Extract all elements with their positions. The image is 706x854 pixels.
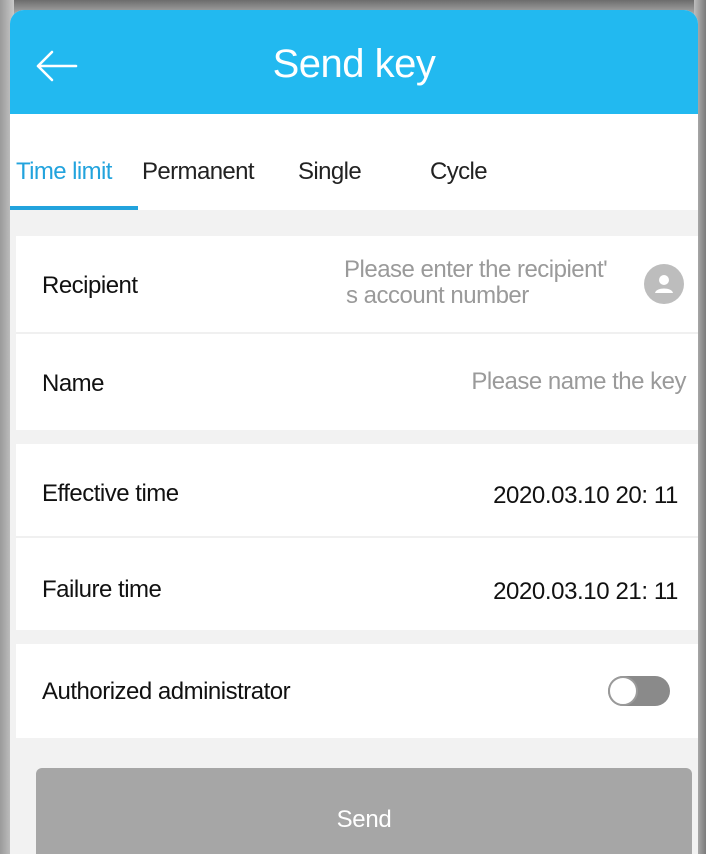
time-card: Effective time 2020.03.10 20: 11 Failure…: [16, 444, 698, 630]
effective-time-row[interactable]: Effective time 2020.03.10 20: 11: [16, 444, 698, 536]
recipient-placeholder-line2: s account number: [346, 282, 529, 309]
effective-time-label: Effective time: [42, 480, 179, 507]
person-icon: [655, 275, 673, 293]
recipient-card: Recipient Please enter the recipient' s …: [16, 236, 698, 430]
name-placeholder: Please name the key: [471, 368, 686, 395]
authorized-admin-label: Authorized administrator: [42, 678, 291, 705]
failure-time-label: Failure time: [42, 576, 162, 603]
tab-permanent[interactable]: Permanent: [142, 158, 255, 186]
page-title: Send key: [272, 42, 436, 86]
recipient-placeholder-line1: Please enter the recipient': [344, 256, 608, 283]
tab-cycle[interactable]: Cycle: [430, 158, 488, 186]
tab-bar: Time limit Permanent Single Cycle: [10, 114, 698, 210]
tab-single[interactable]: Single: [298, 158, 362, 186]
recipient-row[interactable]: Recipient Please enter the recipient' s …: [16, 236, 698, 332]
effective-time-value: 2020.03.10 20: 11: [493, 482, 678, 509]
recipient-label: Recipient: [42, 272, 138, 299]
toggle-knob: [608, 676, 638, 706]
header-bar: Send key: [10, 10, 698, 114]
authorized-admin-row: Authorized administrator: [16, 644, 698, 738]
tab-time-limit[interactable]: Time limit: [16, 158, 112, 186]
name-row[interactable]: Name Please name the key: [16, 334, 698, 430]
failure-time-row[interactable]: Failure time 2020.03.10 21: 11: [16, 538, 698, 630]
authorized-admin-toggle[interactable]: [608, 676, 670, 706]
send-button[interactable]: Send: [36, 768, 692, 854]
contact-icon[interactable]: [644, 264, 684, 304]
failure-time-value: 2020.03.10 21: 11: [493, 578, 678, 605]
admin-card: Authorized administrator: [16, 644, 698, 738]
send-button-label: Send: [336, 806, 392, 833]
name-label: Name: [42, 370, 105, 397]
active-tab-indicator: [10, 206, 138, 210]
app-screen: Send key Time limit Permanent Single Cyc…: [10, 10, 698, 854]
